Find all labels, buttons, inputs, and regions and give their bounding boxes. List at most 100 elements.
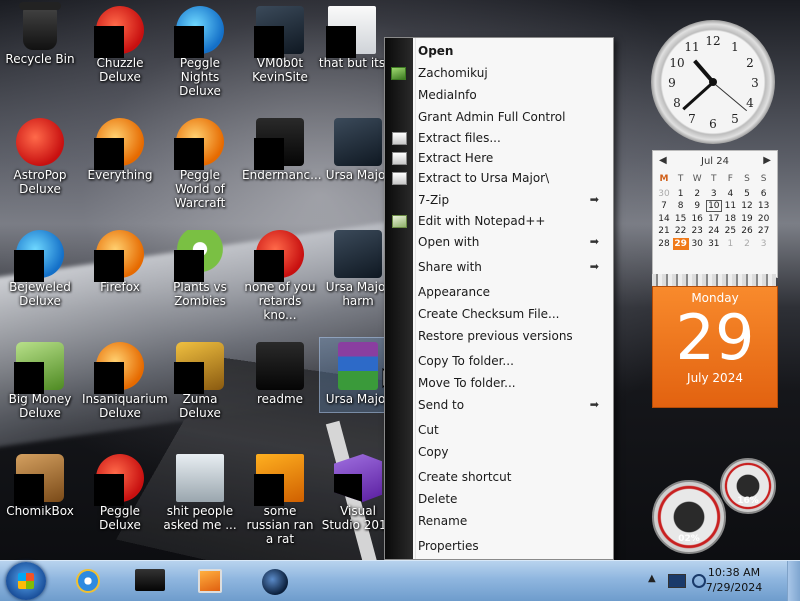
menu-item-send-to[interactable]: Send to ➡ — [418, 396, 607, 414]
calendar-day-cell[interactable]: 23 — [689, 225, 705, 237]
menu-item-copy[interactable]: Copy — [418, 443, 607, 461]
calendar-day-cell[interactable]: 6 — [756, 188, 772, 200]
calendar-day-cell[interactable]: 20 — [756, 213, 772, 225]
calendar-day-cell[interactable]: 10 — [705, 200, 722, 213]
menu-item-appearance[interactable]: Appearance — [418, 283, 607, 301]
taskbar-clock[interactable]: 10:38 AM 7/29/2024 — [694, 565, 774, 595]
menu-item-grant-admin[interactable]: Grant Admin Full Control — [418, 108, 607, 126]
desktop-icon-insaniquarium[interactable]: Insaniquarium Deluxe — [82, 338, 168, 420]
menu-item-open-with[interactable]: Open with ➡ — [418, 233, 607, 251]
calendar-day-cell[interactable]: 25 — [722, 225, 738, 237]
menu-item-extract-to[interactable]: Extract to Ursa Major\ — [392, 169, 607, 187]
desktop-icon-chomikbox[interactable]: ChomikBox — [2, 450, 78, 518]
show-desktop-button[interactable] — [787, 561, 800, 601]
desktop-icon-astropop[interactable]: AstroPop Deluxe — [2, 114, 78, 196]
taskbar-app-button[interactable] — [252, 564, 296, 598]
calendar-day-cell[interactable]: 19 — [739, 213, 755, 225]
taskbar-ie-button[interactable] — [66, 564, 110, 598]
calendar-day-cell[interactable]: 7 — [656, 200, 672, 212]
menu-item-label: Rename — [418, 514, 468, 528]
menu-item-notepadpp[interactable]: Edit with Notepad++ — [392, 212, 607, 230]
menu-item-create-checksum[interactable]: Create Checksum File... — [418, 305, 607, 323]
calendar-day-cell[interactable]: 24 — [706, 225, 722, 237]
calendar-day-cell[interactable]: 12 — [739, 200, 755, 212]
calendar-day-cell[interactable]: 18 — [722, 213, 738, 225]
desktop-icon-everything[interactable]: Everything — [82, 114, 158, 182]
menu-item-move-to-folder[interactable]: Move To folder... — [418, 374, 607, 392]
menu-item-mediainfo[interactable]: MediaInfo — [418, 86, 607, 104]
calendar-day-cell[interactable]: 26 — [739, 225, 755, 237]
calendar-day-cell[interactable]: 30 — [656, 188, 672, 200]
start-button[interactable] — [6, 562, 46, 600]
menu-item-properties[interactable]: Properties — [418, 537, 607, 555]
calendar-day-cell[interactable]: 11 — [722, 200, 738, 212]
calendar-day-cell[interactable]: 1 — [673, 188, 689, 200]
desktop-icon-zuma[interactable]: Zuma Deluxe — [162, 338, 238, 420]
clock-numeral: 12 — [705, 34, 721, 48]
show-hidden-icons-icon[interactable]: ▲ — [648, 573, 662, 587]
desktop-icon-chuzzle[interactable]: Chuzzle Deluxe — [82, 2, 158, 84]
calendar-day-cell[interactable]: 3 — [706, 188, 722, 200]
desktop-icon-big-money[interactable]: Big Money Deluxe — [2, 338, 78, 420]
calendar-day-cell[interactable]: 22 — [673, 225, 689, 237]
calendar-day-cell[interactable]: 14 — [656, 213, 672, 225]
calendar-day-cell[interactable]: 8 — [673, 200, 689, 212]
desktop-icon-bejeweled[interactable]: Bejeweled Deluxe — [2, 226, 78, 308]
calendar-day-cell[interactable]: 2 — [739, 238, 755, 250]
desktop-icon-plants-vs-zombies[interactable]: Plants vs Zombies — [162, 226, 238, 308]
network-icon[interactable] — [668, 574, 686, 588]
redaction-box — [94, 138, 124, 170]
menu-item-extract-here[interactable]: Extract Here — [392, 149, 607, 167]
calendar-day-cell[interactable]: 9 — [689, 200, 705, 212]
desktop-icon-shit-people[interactable]: shit people asked me ... — [162, 450, 238, 532]
menu-item-7zip[interactable]: 7-Zip ➡ — [418, 191, 607, 209]
menu-item-open[interactable]: Open — [418, 42, 607, 60]
menu-item-delete[interactable]: Delete — [418, 490, 607, 508]
desktop[interactable]: Recycle Bin Chuzzle Deluxe Peggle Nights… — [0, 0, 800, 560]
menu-item-rename[interactable]: Rename — [418, 512, 607, 530]
desktop-icon-peggle-nights[interactable]: Peggle Nights Deluxe — [162, 2, 238, 98]
taskbar-media-player-button[interactable] — [188, 564, 232, 598]
menu-item-create-shortcut[interactable]: Create shortcut — [418, 468, 607, 486]
calendar-day-cell[interactable]: 16 — [689, 213, 705, 225]
calendar-gadget[interactable]: ◀ Jul 24 ▶ M T W T F S S 30 1 2 3 4 5 6 7 8 9 10 11 12 13 14 1… — [652, 150, 778, 408]
desktop-icon-recycle-bin[interactable]: Recycle Bin — [2, 2, 78, 66]
menu-item-share-with[interactable]: Share with ➡ — [418, 258, 607, 276]
menu-item-copy-to-folder[interactable]: Copy To folder... — [418, 352, 607, 370]
clock-gadget[interactable]: 12 1 2 3 4 5 6 7 8 9 10 11 — [651, 20, 775, 144]
calendar-day-cell[interactable]: 3 — [756, 238, 772, 250]
menu-item-restore-versions[interactable]: Restore previous versions — [418, 327, 607, 345]
redaction-box — [254, 250, 284, 282]
desktop-icon-readme[interactable]: readme — [242, 338, 318, 406]
calendar-day-cell[interactable]: 13 — [756, 200, 772, 212]
desktop-icon-some-russian[interactable]: some russian ran a rat — [242, 450, 318, 546]
desktop-icon-peggle-deluxe[interactable]: Peggle Deluxe — [82, 450, 158, 532]
redaction-box — [94, 362, 124, 394]
calendar-day-cell[interactable]: 4 — [722, 188, 738, 200]
desktop-icon-endermanc[interactable]: Endermanc... — [242, 114, 322, 182]
calendar-day-cell[interactable]: 17 — [706, 213, 722, 225]
next-month-icon[interactable]: ▶ — [763, 155, 771, 166]
calendar-day-cell[interactable]: 28 — [656, 238, 672, 250]
menu-item-cut[interactable]: Cut — [418, 421, 607, 439]
menu-item-zachomikuj[interactable]: Zachomikuj — [391, 64, 607, 82]
calendar-day-cell[interactable]: 5 — [739, 188, 755, 200]
desktop-icon-peggle-wow[interactable]: Peggle World of Warcraft — [162, 114, 238, 210]
desktop-icon-none-of-you[interactable]: none of you retards kno... — [242, 226, 318, 322]
cpu-meter-gadget[interactable]: 02% 16% — [652, 458, 776, 554]
calendar-day-cell[interactable]: 15 — [673, 213, 689, 225]
calendar-day-cell[interactable]: 21 — [656, 225, 672, 237]
calendar-day-cell[interactable]: 31 — [706, 238, 722, 250]
calendar-day-cell[interactable]: 29 — [672, 238, 689, 250]
notepadpp-icon — [392, 215, 407, 228]
desktop-icon-vm0b0t[interactable]: VM0b0t KevinSite — [242, 2, 318, 84]
calendar-day-cell[interactable]: 30 — [689, 238, 705, 250]
calendar-day-cell[interactable]: 2 — [689, 188, 705, 200]
taskbar-explorer-button[interactable] — [128, 564, 172, 598]
menu-item-extract-files[interactable]: Extract files... — [392, 129, 607, 147]
calendar-weekday-header: F — [727, 174, 733, 184]
calendar-day-cell[interactable]: 1 — [722, 238, 738, 250]
calendar-day-cell[interactable]: 27 — [756, 225, 772, 237]
desktop-icon-that-but-its[interactable]: that but its — [314, 2, 390, 70]
desktop-icon-firefox[interactable]: Firefox — [82, 226, 158, 294]
